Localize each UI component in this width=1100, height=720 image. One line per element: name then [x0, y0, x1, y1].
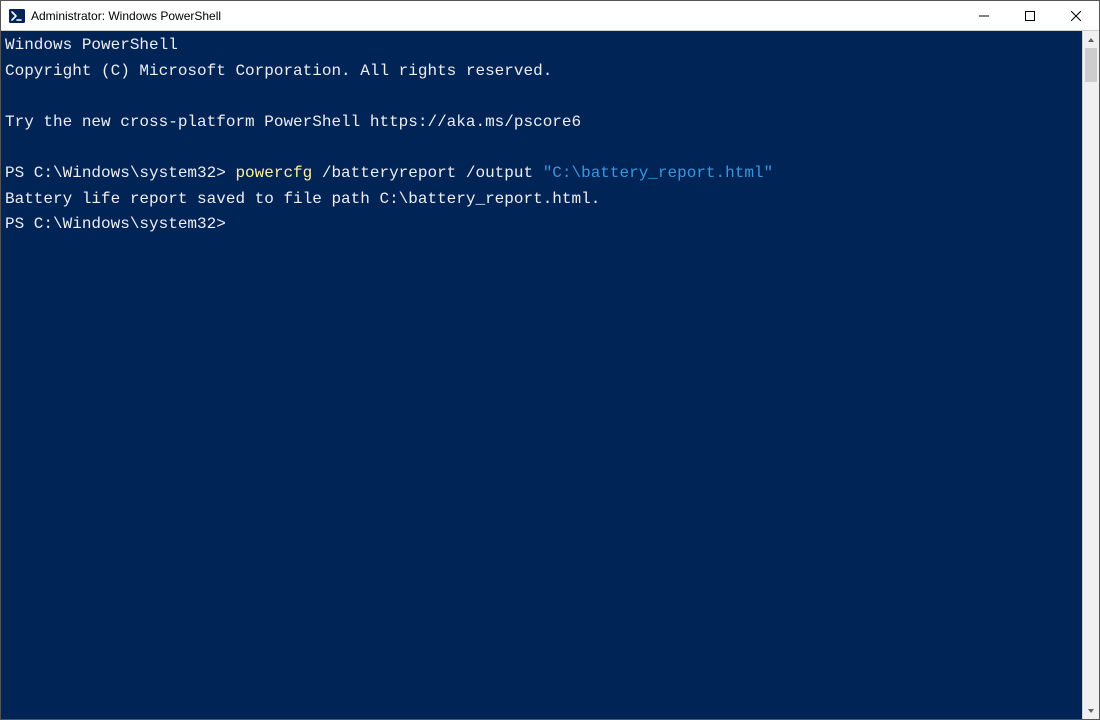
prompt-1-args: /batteryreport /output — [312, 164, 542, 182]
prompt-1-command: powercfg — [235, 164, 312, 182]
prompt-1-string: "C:\battery_report.html" — [543, 164, 773, 182]
banner-line-1: Windows PowerShell — [5, 36, 178, 54]
scroll-up-arrow-icon[interactable] — [1083, 31, 1099, 48]
terminal-output[interactable]: Windows PowerShell Copyright (C) Microso… — [1, 31, 1082, 719]
minimize-button[interactable] — [961, 1, 1007, 30]
scroll-down-arrow-icon[interactable] — [1083, 702, 1099, 719]
client-area: Windows PowerShell Copyright (C) Microso… — [1, 31, 1099, 719]
window-controls — [961, 1, 1099, 30]
scroll-thumb[interactable] — [1085, 48, 1097, 82]
titlebar[interactable]: Administrator: Windows PowerShell — [1, 1, 1099, 31]
vertical-scrollbar[interactable] — [1082, 31, 1099, 719]
banner-line-2: Copyright (C) Microsoft Corporation. All… — [5, 62, 552, 80]
window-title: Administrator: Windows PowerShell — [31, 9, 221, 23]
prompt-2-prefix: PS C:\Windows\system32> — [5, 215, 226, 233]
close-button[interactable] — [1053, 1, 1099, 30]
scroll-track[interactable] — [1083, 48, 1099, 702]
prompt-1-prefix: PS C:\Windows\system32> — [5, 164, 235, 182]
output-line: Battery life report saved to file path C… — [5, 190, 600, 208]
hint-line: Try the new cross-platform PowerShell ht… — [5, 113, 581, 131]
powershell-window: Administrator: Windows PowerShell Window… — [0, 0, 1100, 720]
maximize-button[interactable] — [1007, 1, 1053, 30]
powershell-icon — [9, 8, 25, 24]
